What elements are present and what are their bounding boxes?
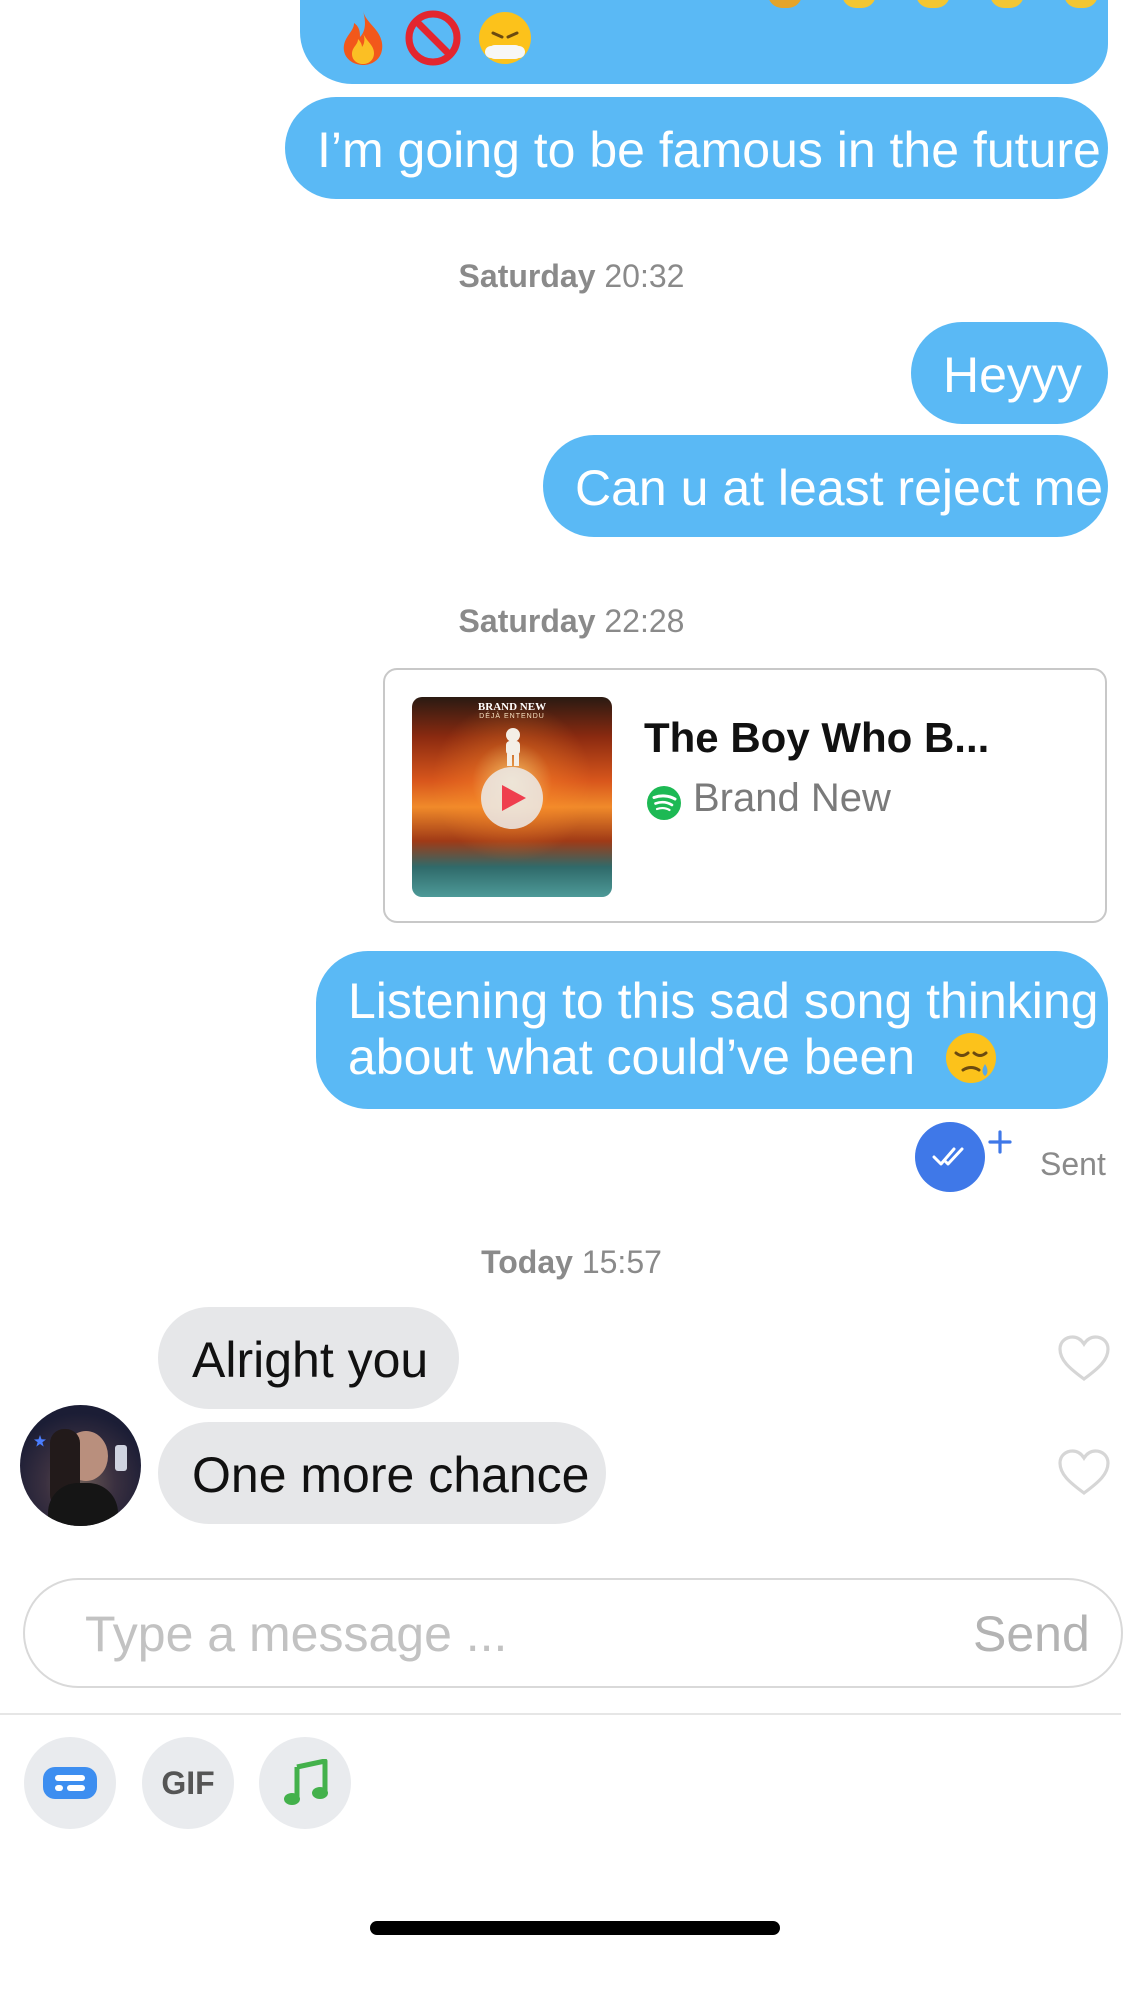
timestamp-day: Saturday	[458, 603, 596, 639]
timestamp-day: Saturday	[458, 258, 596, 294]
astronaut-figure-icon	[506, 728, 520, 766]
send-button[interactable]: Send	[973, 1605, 1090, 1663]
message-bubble-famous[interactable]: I’m going to be famous in the future	[285, 97, 1108, 199]
album-art-title: BRAND NEW	[477, 701, 547, 713]
message-text: I’m going to be famous in the future	[317, 122, 1101, 178]
message-input[interactable]	[83, 1602, 887, 1666]
play-button[interactable]	[481, 767, 543, 829]
message-text: Heyyy	[943, 347, 1082, 403]
timestamp-divider: Saturday 20:32	[0, 258, 1143, 295]
message-text: Alright you	[192, 1332, 429, 1388]
heart-icon[interactable]	[1057, 1334, 1111, 1382]
contact-avatar[interactable]	[20, 1405, 141, 1526]
timestamp-time: 22:28	[604, 603, 685, 639]
plus-icon[interactable]	[988, 1130, 1012, 1154]
song-card[interactable]: BRAND NEW DÉJÀ ENTENDU The Boy Who B... …	[383, 668, 1107, 923]
message-line-1: Listening to this sad song thinking	[348, 973, 1099, 1029]
toolbar-divider	[0, 1713, 1121, 1715]
gif-button[interactable]: GIF	[142, 1737, 234, 1829]
timestamp-time: 15:57	[581, 1244, 662, 1280]
gif-label: GIF	[161, 1765, 215, 1801]
sticker-button[interactable]	[24, 1737, 116, 1829]
message-text: Can u at least reject me	[575, 460, 1104, 516]
home-indicator[interactable]	[370, 1921, 780, 1935]
incoming-message-one-more-chance[interactable]: One more chance	[158, 1422, 606, 1524]
song-artist: Brand New	[693, 776, 891, 820]
message-line-2: about what could’ve been	[348, 1029, 916, 1085]
message-bubble-heyyy[interactable]: Heyyy	[911, 322, 1108, 424]
album-art-subtitle: DÉJÀ ENTENDU	[479, 713, 545, 720]
star-icon	[34, 1435, 46, 1447]
music-note-icon	[284, 1759, 328, 1805]
play-icon	[502, 785, 526, 811]
message-bubble-sad-song[interactable]: Listening to this sad song thinking abou…	[316, 951, 1108, 1109]
no-entry-emoji-icon	[405, 10, 461, 66]
message-bubble-reject[interactable]: Can u at least reject me	[543, 435, 1108, 537]
album-art[interactable]: BRAND NEW DÉJÀ ENTENDU	[412, 697, 612, 897]
timestamp-divider: Today 15:57	[0, 1244, 1143, 1281]
sleepy-face-emoji-icon	[946, 1032, 996, 1083]
incoming-message-alright[interactable]: Alright you	[158, 1307, 459, 1409]
message-status: Sent	[1040, 1146, 1106, 1182]
song-title: The Boy Who B...	[644, 714, 990, 761]
read-receipt-badge[interactable]	[915, 1122, 985, 1192]
double-check-icon	[932, 1147, 964, 1166]
sticker-icon	[43, 1767, 97, 1799]
message-bubble-emojis[interactable]	[300, 0, 1108, 84]
face-with-steam-emoji-icon	[479, 12, 531, 64]
timestamp-divider: Saturday 22:28	[0, 603, 1143, 640]
message-composer[interactable]: Send	[23, 1578, 1123, 1688]
message-text: One more chance	[192, 1447, 590, 1503]
fire-emoji-icon	[343, 11, 383, 65]
timestamp-time: 20:32	[604, 258, 685, 294]
heart-icon[interactable]	[1057, 1448, 1111, 1496]
music-button[interactable]	[259, 1737, 351, 1829]
timestamp-day: Today	[481, 1244, 573, 1280]
spotify-icon	[647, 786, 681, 820]
